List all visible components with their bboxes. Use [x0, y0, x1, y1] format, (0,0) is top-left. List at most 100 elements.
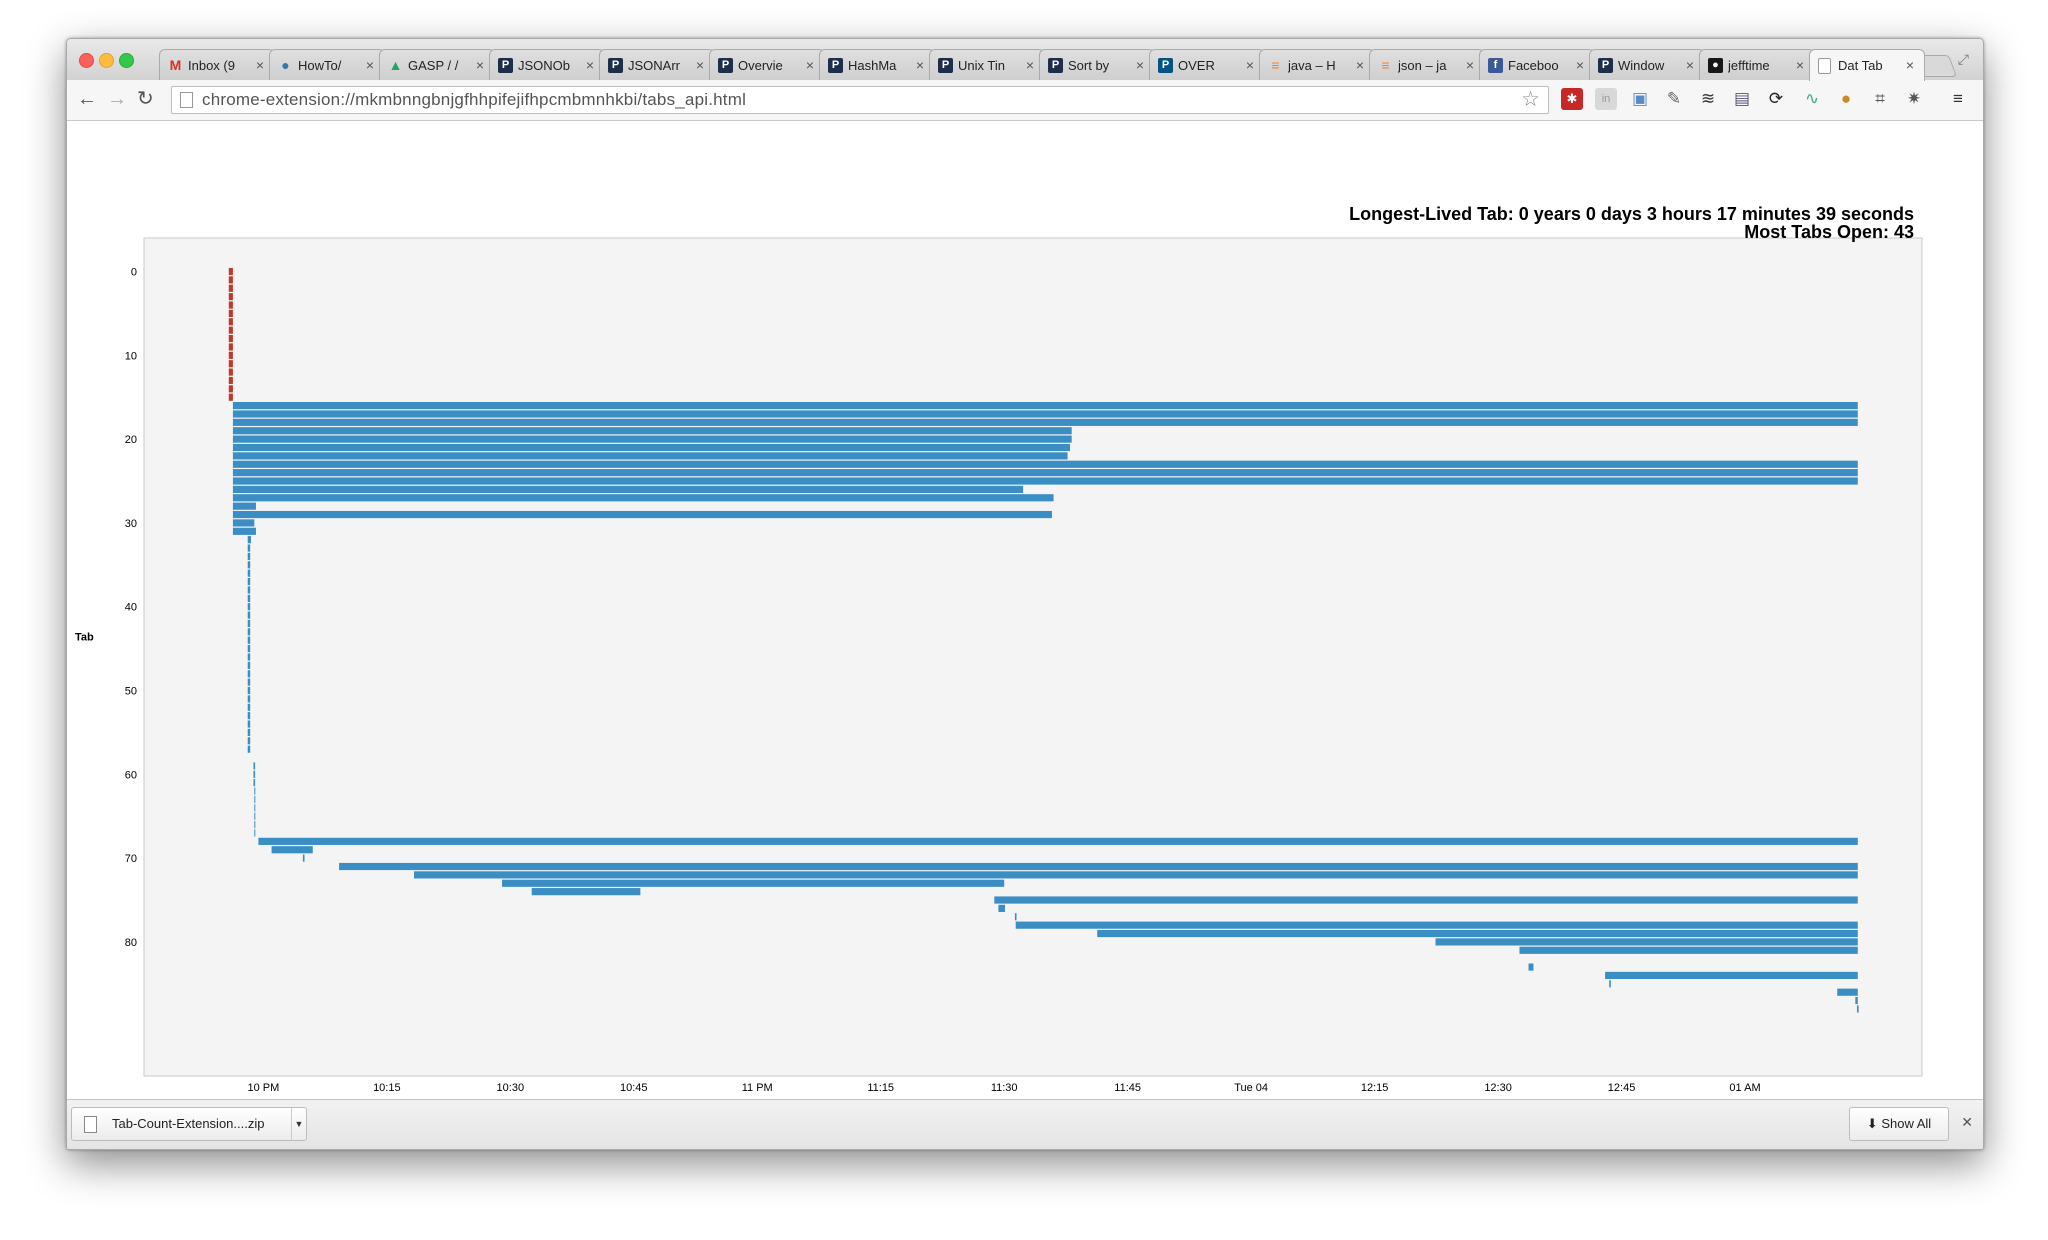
- tab-6[interactable]: P HashMa ×: [819, 49, 935, 80]
- close-icon[interactable]: ×: [1906, 56, 1914, 74]
- tab-lifetime-bar[interactable]: [247, 686, 251, 695]
- tab-lifetime-bar[interactable]: [247, 603, 251, 611]
- tab-lifetime-bar[interactable]: [228, 360, 233, 368]
- tab-10[interactable]: ≡ java – H ×: [1259, 49, 1375, 80]
- tab-lifetime-bar[interactable]: [253, 779, 256, 787]
- tab-lifetime-bar[interactable]: [232, 410, 1858, 418]
- tab-lifetime-bar[interactable]: [247, 712, 251, 720]
- activity-extension-icon[interactable]: ∿: [1801, 88, 1823, 110]
- tab-lifetime-bar[interactable]: [247, 745, 251, 753]
- close-window-button[interactable]: [79, 53, 94, 68]
- tab-lifetime-bar[interactable]: [228, 351, 233, 359]
- extension-red-icon[interactable]: ✱: [1561, 88, 1583, 110]
- tab-lifetime-bar[interactable]: [247, 653, 251, 661]
- tab-lifetime-bar[interactable]: [1605, 971, 1858, 980]
- tab-lifetime-bar[interactable]: [232, 402, 1858, 410]
- tab-lifetime-bar[interactable]: [232, 527, 256, 535]
- tab-lifetime-bar[interactable]: [232, 452, 1068, 460]
- minimize-window-button[interactable]: [99, 53, 114, 68]
- tab-8[interactable]: P Sort by ×: [1039, 49, 1155, 80]
- tab-lifetime-bar[interactable]: [247, 619, 251, 628]
- tab-lifetime-bar[interactable]: [247, 670, 251, 678]
- tab-lifetime-bar[interactable]: [232, 502, 256, 510]
- tab-lifetime-bar[interactable]: [247, 661, 251, 669]
- address-bar[interactable]: chrome-extension://mkmbnngbnjgfhhpifejif…: [171, 86, 1549, 114]
- tab-lifetime-bar[interactable]: [1014, 913, 1017, 921]
- show-all-button[interactable]: ⬇ Show All: [1849, 1107, 1949, 1141]
- tab-lifetime-bar[interactable]: [998, 904, 1006, 912]
- tab-lifetime-bar[interactable]: [1519, 946, 1858, 954]
- tab-lifetime-bar[interactable]: [228, 376, 233, 385]
- tab-11[interactable]: ≡ json – ja ×: [1369, 49, 1485, 80]
- tab-lifetime-bar[interactable]: [502, 879, 1005, 887]
- tab-lifetime-bar[interactable]: [247, 569, 251, 577]
- eyedropper-icon[interactable]: ✎: [1663, 88, 1685, 110]
- tab-lifetime-bar[interactable]: [228, 326, 233, 334]
- tab-lifetime-bar[interactable]: [1435, 938, 1858, 946]
- tab-lifetime-bar[interactable]: [247, 594, 251, 602]
- tab-lifetime-bar[interactable]: [994, 896, 1858, 904]
- panel-extension-icon[interactable]: ▤: [1731, 88, 1753, 110]
- tab-lifetime-bar[interactable]: [232, 510, 1052, 519]
- forward-button[interactable]: →: [107, 88, 127, 110]
- tab-lifetime-bar[interactable]: [247, 552, 251, 561]
- close-icon[interactable]: ×: [696, 56, 704, 74]
- close-icon[interactable]: ×: [916, 56, 924, 74]
- tab-lifetime-bar[interactable]: [247, 703, 251, 711]
- tab-lifetime-bar[interactable]: [228, 309, 233, 318]
- close-icon[interactable]: ×: [1686, 56, 1694, 74]
- tab-lifetime-bar[interactable]: [247, 695, 251, 703]
- tab-3[interactable]: P JSONOb ×: [489, 49, 605, 80]
- tab-lifetime-bar[interactable]: [232, 494, 1054, 502]
- tab-lifetime-bar[interactable]: [247, 678, 251, 686]
- close-icon[interactable]: ×: [1246, 56, 1254, 74]
- tab-lifetime-bar[interactable]: [228, 267, 233, 276]
- tab-lifetime-bar[interactable]: [247, 536, 252, 544]
- tab-lifetime-bar[interactable]: [228, 284, 233, 292]
- close-icon[interactable]: ×: [586, 56, 594, 74]
- close-icon[interactable]: ×: [476, 56, 484, 74]
- tab-lifetime-bar[interactable]: [247, 720, 251, 728]
- tab-0[interactable]: M Inbox (9 ×: [159, 49, 275, 80]
- close-icon[interactable]: ×: [256, 56, 264, 74]
- tab-lifetime-bar[interactable]: [253, 762, 256, 770]
- tab-lifetime-bar[interactable]: [1837, 988, 1858, 996]
- tab-lifetime-bar[interactable]: [247, 737, 251, 745]
- tab-lifetime-bar[interactable]: [228, 276, 233, 284]
- tab-lifetime-bar[interactable]: [247, 544, 251, 552]
- cookie-icon[interactable]: ●: [1835, 88, 1857, 110]
- close-icon[interactable]: ×: [1796, 56, 1804, 74]
- tab-lifetime-bar[interactable]: [247, 628, 251, 636]
- window-extension-icon[interactable]: ▣: [1629, 88, 1651, 110]
- tab-lifetime-bar[interactable]: [258, 837, 1858, 845]
- tab-lifetime-bar[interactable]: [1528, 963, 1534, 971]
- zoom-window-button[interactable]: [119, 53, 134, 68]
- linkedin-extension-icon[interactable]: in: [1595, 88, 1617, 110]
- tab-lifetime-bar[interactable]: [228, 301, 233, 309]
- tab-4[interactable]: P JSONArr ×: [599, 49, 715, 80]
- tab-7[interactable]: P Unix Tin ×: [929, 49, 1045, 80]
- tab-14[interactable]: ● jefftime ×: [1699, 49, 1815, 80]
- tab-lifetime-bar[interactable]: [232, 460, 1858, 468]
- tab-13[interactable]: P Window ×: [1589, 49, 1705, 80]
- tab-lifetime-bar[interactable]: [228, 318, 233, 326]
- cast-icon[interactable]: ⌗: [1869, 88, 1891, 110]
- tab-lifetime-bar[interactable]: [232, 427, 1072, 435]
- tab-lifetime-bar[interactable]: [1015, 921, 1858, 929]
- bookmark-star-icon[interactable]: ☆: [1521, 89, 1540, 111]
- tab-lifetime-bar[interactable]: [228, 385, 233, 393]
- tab-lifetime-bar[interactable]: [228, 343, 233, 351]
- close-icon[interactable]: ×: [366, 56, 374, 74]
- tab-lifetime-bar[interactable]: [254, 804, 256, 812]
- tab-lifetime-bar[interactable]: [228, 334, 233, 343]
- tab-15[interactable]: Dat Tab ×: [1809, 49, 1925, 81]
- close-shelf-icon[interactable]: ✕: [1961, 1114, 1973, 1131]
- chevron-down-icon[interactable]: ▼: [291, 1108, 306, 1140]
- close-icon[interactable]: ×: [1356, 56, 1364, 74]
- tab-lifetime-bar[interactable]: [413, 871, 1858, 879]
- tab-1[interactable]: ● HowTo/ ×: [269, 49, 385, 80]
- close-icon[interactable]: ×: [1576, 56, 1584, 74]
- tab-lifetime-bar[interactable]: [247, 728, 251, 737]
- tab-lifetime-bar[interactable]: [1856, 1005, 1859, 1013]
- tab-lifetime-bar[interactable]: [531, 888, 641, 896]
